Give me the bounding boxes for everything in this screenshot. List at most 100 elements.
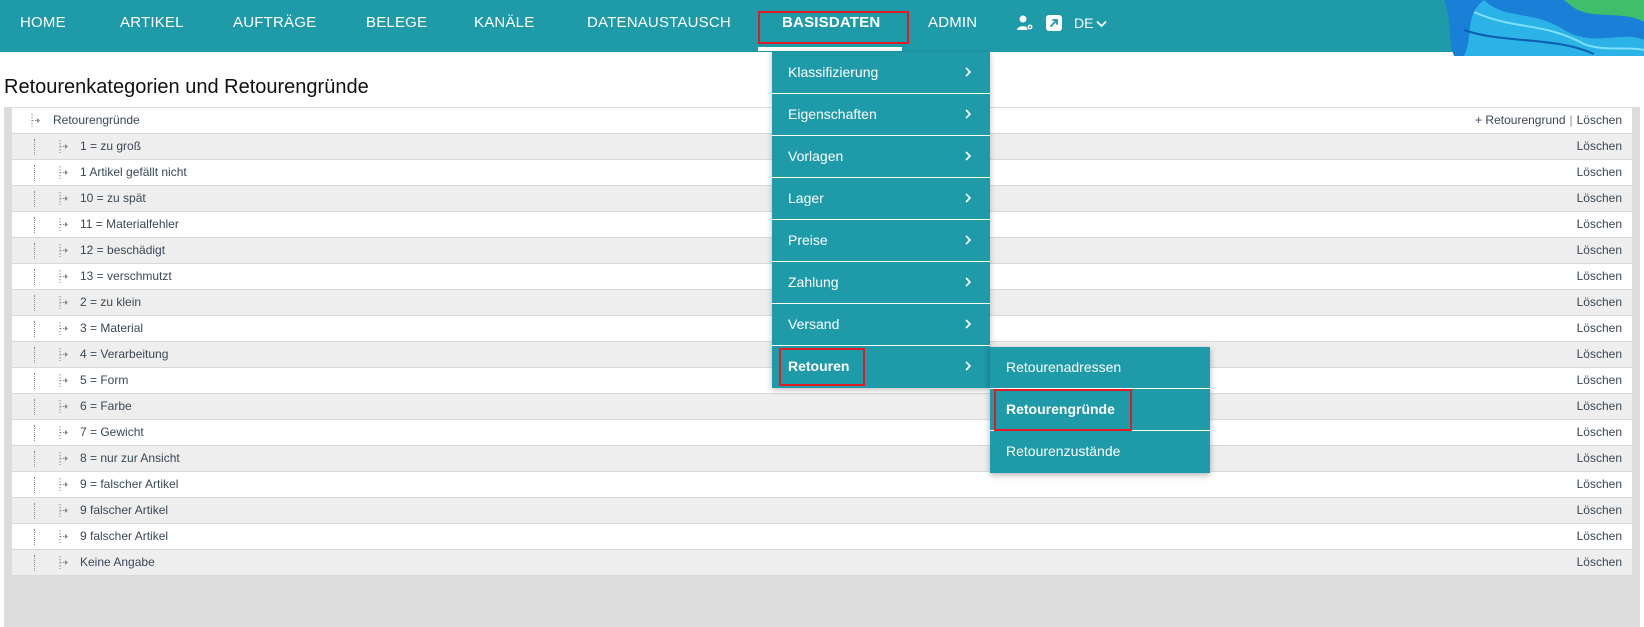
tree-node-icon bbox=[59, 348, 68, 361]
delete-link[interactable]: Löschen bbox=[1577, 373, 1622, 387]
chevron-right-icon bbox=[965, 193, 972, 203]
user-avatar-image bbox=[1444, 0, 1644, 56]
tree-guide-line bbox=[34, 373, 35, 389]
tree-node-icon bbox=[59, 270, 68, 283]
delete-link[interactable]: Löschen bbox=[1577, 191, 1622, 205]
tree-root-actions: + Retourengrund | Löschen bbox=[1475, 113, 1622, 127]
tree-root-label[interactable]: Retourengründe bbox=[53, 113, 140, 127]
nav-belege[interactable]: BELEGE bbox=[366, 0, 427, 48]
tree-node-icon bbox=[59, 504, 68, 517]
page-title: Retourenkategorien und Retourengründe bbox=[4, 76, 369, 98]
tree-row-label[interactable]: 12 = beschädigt bbox=[80, 243, 165, 257]
tree-row-label[interactable]: 2 = zu klein bbox=[80, 295, 141, 309]
submenu-item-retourenadressen[interactable]: Retourenadressen bbox=[990, 347, 1210, 389]
menu-item-zahlung[interactable]: Zahlung bbox=[772, 262, 990, 304]
delete-link[interactable]: Löschen bbox=[1577, 321, 1622, 335]
tree-guide-line bbox=[34, 321, 35, 337]
menu-item-label: Eigenschaften bbox=[788, 106, 877, 122]
tree-node-icon bbox=[59, 556, 68, 569]
tree-row-label[interactable]: 10 = zu spät bbox=[80, 191, 146, 205]
menu-item-preise[interactable]: Preise bbox=[772, 220, 990, 262]
tree-guide-line bbox=[34, 191, 35, 207]
menu-item-vorlagen[interactable]: Vorlagen bbox=[772, 136, 990, 178]
menu-item-klassifizierung[interactable]: Klassifizierung bbox=[772, 52, 990, 94]
tree-guide-line bbox=[34, 503, 35, 519]
delete-link[interactable]: Löschen bbox=[1577, 425, 1622, 439]
chevron-right-icon bbox=[965, 151, 972, 161]
menu-item-label: Klassifizierung bbox=[788, 64, 879, 80]
language-selector[interactable]: DE bbox=[1074, 0, 1108, 48]
delete-link[interactable]: Löschen bbox=[1577, 529, 1622, 543]
tree-node-icon bbox=[59, 426, 68, 439]
tree-guide-line bbox=[34, 269, 35, 285]
tree-row: 8 = nur zur Ansicht Löschen bbox=[12, 446, 1632, 472]
delete-link[interactable]: Löschen bbox=[1577, 139, 1622, 153]
root-delete-link[interactable]: Löschen bbox=[1577, 113, 1622, 127]
nav-datenaustausch[interactable]: DATENAUSTAUSCH bbox=[587, 0, 731, 48]
delete-link[interactable]: Löschen bbox=[1577, 217, 1622, 231]
tree-row-label[interactable]: 7 = Gewicht bbox=[80, 425, 144, 439]
menu-item-versand[interactable]: Versand bbox=[772, 304, 990, 346]
chevron-right-icon bbox=[965, 277, 972, 287]
delete-link[interactable]: Löschen bbox=[1577, 555, 1622, 569]
tree-row-label[interactable]: 9 falscher Artikel bbox=[80, 529, 168, 543]
tree-row-label[interactable]: 8 = nur zur Ansicht bbox=[80, 451, 180, 465]
external-link-icon[interactable] bbox=[1045, 14, 1063, 32]
top-navigation-bar: HOME ARTIKEL AUFTRÄGE BELEGE KANÄLE DATE… bbox=[0, 0, 1644, 52]
nav-auftraege[interactable]: AUFTRÄGE bbox=[233, 0, 316, 48]
tree-row-label[interactable]: 11 = Materialfehler bbox=[80, 217, 179, 231]
tree-guide-line bbox=[34, 139, 35, 155]
delete-link[interactable]: Löschen bbox=[1577, 269, 1622, 283]
delete-link[interactable]: Löschen bbox=[1577, 295, 1622, 309]
nav-admin[interactable]: ADMIN bbox=[928, 0, 977, 48]
delete-link[interactable]: Löschen bbox=[1577, 477, 1622, 491]
retouren-submenu: Retourenadressen Retourengründe Retouren… bbox=[990, 347, 1210, 473]
tree-guide-line bbox=[34, 243, 35, 259]
nav-kanaele[interactable]: KANÄLE bbox=[474, 0, 534, 48]
menu-item-label: Vorlagen bbox=[788, 148, 844, 164]
tree-node-icon bbox=[59, 478, 68, 491]
menu-item-eigenschaften[interactable]: Eigenschaften bbox=[772, 94, 990, 136]
tree-row: 9 falscher Artikel Löschen bbox=[12, 498, 1632, 524]
delete-link[interactable]: Löschen bbox=[1577, 243, 1622, 257]
chevron-right-icon bbox=[965, 319, 972, 329]
submenu-item-retourengruende[interactable]: Retourengründe bbox=[990, 389, 1210, 431]
tree-row-label[interactable]: 9 falscher Artikel bbox=[80, 503, 168, 517]
chevron-right-icon bbox=[965, 361, 972, 371]
tree-node-icon bbox=[59, 244, 68, 257]
tree-node-icon bbox=[59, 322, 68, 335]
delete-link[interactable]: Löschen bbox=[1577, 347, 1622, 361]
basisdaten-dropdown-menu: Klassifizierung Eigenschaften Vorlagen L… bbox=[772, 52, 990, 388]
tree-row-label[interactable]: 5 = Form bbox=[80, 373, 128, 387]
menu-item-lager[interactable]: Lager bbox=[772, 178, 990, 220]
tree-guide-line bbox=[34, 555, 35, 571]
tree-row-label[interactable]: 1 Artikel gefällt nicht bbox=[80, 165, 187, 179]
nav-artikel[interactable]: ARTIKEL bbox=[120, 0, 184, 48]
tree-row-label[interactable]: 1 = zu groß bbox=[80, 139, 141, 153]
tree-row-label[interactable]: 9 = falscher Artikel bbox=[80, 477, 178, 491]
tree-row-label[interactable]: Keine Angabe bbox=[80, 555, 155, 569]
tree-row-label[interactable]: 13 = verschmutzt bbox=[80, 269, 172, 283]
delete-link[interactable]: Löschen bbox=[1577, 165, 1622, 179]
tree-row: 9 falscher Artikel Löschen bbox=[12, 524, 1632, 550]
tree-row-label[interactable]: 4 = Verarbeitung bbox=[80, 347, 168, 361]
tree-guide-line bbox=[34, 425, 35, 441]
menu-item-label: Retouren bbox=[788, 358, 850, 374]
delete-link[interactable]: Löschen bbox=[1577, 451, 1622, 465]
delete-link[interactable]: Löschen bbox=[1577, 399, 1622, 413]
delete-link[interactable]: Löschen bbox=[1577, 503, 1622, 517]
add-return-reason-link[interactable]: + Retourengrund bbox=[1475, 113, 1565, 127]
tree-guide-line bbox=[34, 295, 35, 311]
tree-guide-line bbox=[34, 399, 35, 415]
tree-row-label[interactable]: 3 = Material bbox=[80, 321, 143, 335]
submenu-item-retourenzustaende[interactable]: Retourenzustände bbox=[990, 431, 1210, 473]
nav-home[interactable]: HOME bbox=[20, 0, 66, 48]
tree-row: 7 = Gewicht Löschen bbox=[12, 420, 1632, 446]
nav-basisdaten[interactable]: BASISDATEN bbox=[782, 0, 880, 48]
tree-row-label[interactable]: 6 = Farbe bbox=[80, 399, 132, 413]
menu-item-label: Lager bbox=[788, 190, 824, 206]
tree-guide-line bbox=[34, 451, 35, 467]
user-settings-icon[interactable] bbox=[1016, 14, 1034, 32]
menu-item-retouren[interactable]: Retouren bbox=[772, 346, 990, 388]
tree-guide-line bbox=[34, 347, 35, 363]
